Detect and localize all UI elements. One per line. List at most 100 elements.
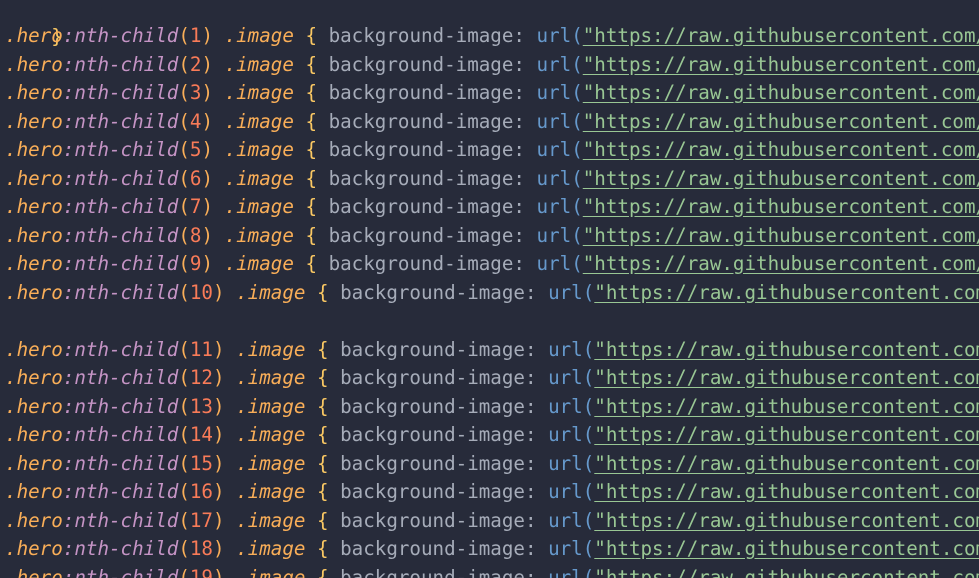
func-open-paren: ( bbox=[582, 394, 595, 418]
class-dot: . bbox=[236, 508, 248, 532]
child-class: image bbox=[236, 109, 294, 133]
class-dot: . bbox=[5, 166, 17, 190]
nth-index: 13 bbox=[189, 394, 213, 418]
func-open-paren: ( bbox=[582, 508, 595, 532]
close-paren: ) bbox=[201, 109, 213, 133]
code-line: .hero:nth-child(4) .image { background-i… bbox=[5, 108, 979, 137]
css-property: background-image bbox=[328, 24, 514, 47]
css-property: background-image bbox=[340, 423, 525, 446]
open-brace: { bbox=[305, 138, 318, 161]
open-brace: { bbox=[317, 537, 329, 560]
property-colon: : bbox=[524, 537, 549, 560]
open-paren: ( bbox=[178, 451, 190, 475]
class-dot: . bbox=[5, 138, 17, 161]
pseudo-class: nth-child bbox=[74, 565, 179, 578]
nth-index: 16 bbox=[189, 480, 213, 503]
close-paren: ) bbox=[212, 366, 225, 389]
css-property: background-image bbox=[328, 223, 514, 247]
class-dot: . bbox=[5, 195, 17, 218]
child-class: image bbox=[247, 337, 306, 361]
pseudo-colon: : bbox=[62, 366, 75, 389]
class-dot: . bbox=[224, 52, 237, 76]
open-paren: ( bbox=[178, 81, 190, 104]
css-property: background-image bbox=[340, 537, 525, 560]
class-dot: . bbox=[236, 366, 248, 389]
code-line: .hero:nth-child(18) .image { background-… bbox=[5, 535, 979, 564]
property-colon: : bbox=[524, 565, 549, 578]
url-string: "https://raw.githubusercontent.com/ bbox=[582, 81, 979, 104]
close-paren: ) bbox=[201, 223, 213, 247]
css-property: background-image bbox=[328, 138, 514, 161]
pseudo-class: nth-child bbox=[74, 166, 179, 190]
class-dot: . bbox=[5, 337, 17, 361]
code-line: .hero:nth-child(15) .image { background-… bbox=[5, 450, 979, 479]
pseudo-colon: : bbox=[62, 166, 75, 190]
code-line: .hero:nth-child(19) .image { background-… bbox=[5, 564, 979, 578]
code-editor[interactable]: } .hero:nth-child(1) .image { background… bbox=[0, 0, 979, 578]
selector-class: hero bbox=[16, 52, 63, 76]
pseudo-class: nth-child bbox=[74, 537, 179, 560]
class-dot: . bbox=[5, 366, 17, 389]
url-string: "https://raw.githubusercontent.com/ bbox=[582, 109, 979, 133]
pseudo-colon: : bbox=[62, 451, 75, 475]
url-function: url bbox=[536, 195, 572, 218]
selector-class: hero bbox=[16, 252, 63, 275]
url-string: "https://raw.githubusercontent.com/ bbox=[582, 24, 979, 47]
url-string: "https://raw.githubusercontent.com/ bbox=[594, 423, 979, 446]
nth-index: 3 bbox=[189, 81, 202, 104]
selector-class: hero bbox=[16, 366, 63, 389]
class-dot: . bbox=[236, 565, 248, 578]
child-class: image bbox=[236, 81, 294, 104]
property-colon: : bbox=[524, 508, 549, 532]
func-open-paren: ( bbox=[582, 451, 595, 475]
pseudo-colon: : bbox=[62, 537, 75, 560]
pseudo-class: nth-child bbox=[74, 109, 179, 133]
class-dot: . bbox=[5, 394, 17, 418]
url-function: url bbox=[536, 166, 572, 190]
code-line-closing-brace: } bbox=[5, 0, 63, 48]
nth-index: 18 bbox=[189, 537, 213, 560]
code-line: .hero:nth-child(9) .image { background-i… bbox=[5, 250, 979, 279]
nth-index: 11 bbox=[189, 337, 213, 361]
class-dot: . bbox=[5, 81, 17, 104]
pseudo-colon: : bbox=[62, 565, 75, 578]
nth-index: 2 bbox=[189, 52, 202, 76]
url-string: "https://raw.githubusercontent.com/ bbox=[594, 394, 979, 418]
url-function: url bbox=[548, 366, 583, 389]
nth-index: 5 bbox=[189, 138, 202, 161]
open-brace: { bbox=[305, 166, 318, 190]
pseudo-class: nth-child bbox=[74, 366, 179, 389]
open-brace: { bbox=[317, 508, 329, 532]
pseudo-class: nth-child bbox=[74, 451, 179, 475]
close-paren: ) bbox=[212, 565, 225, 578]
css-property: background-image bbox=[328, 166, 514, 190]
url-function: url bbox=[548, 394, 583, 418]
open-brace: { bbox=[305, 223, 318, 247]
class-dot: . bbox=[236, 337, 248, 361]
pseudo-colon: : bbox=[62, 195, 75, 218]
property-colon: : bbox=[524, 451, 549, 475]
property-colon: : bbox=[524, 337, 549, 361]
selector-class: hero bbox=[16, 223, 63, 247]
child-class: image bbox=[247, 480, 306, 503]
